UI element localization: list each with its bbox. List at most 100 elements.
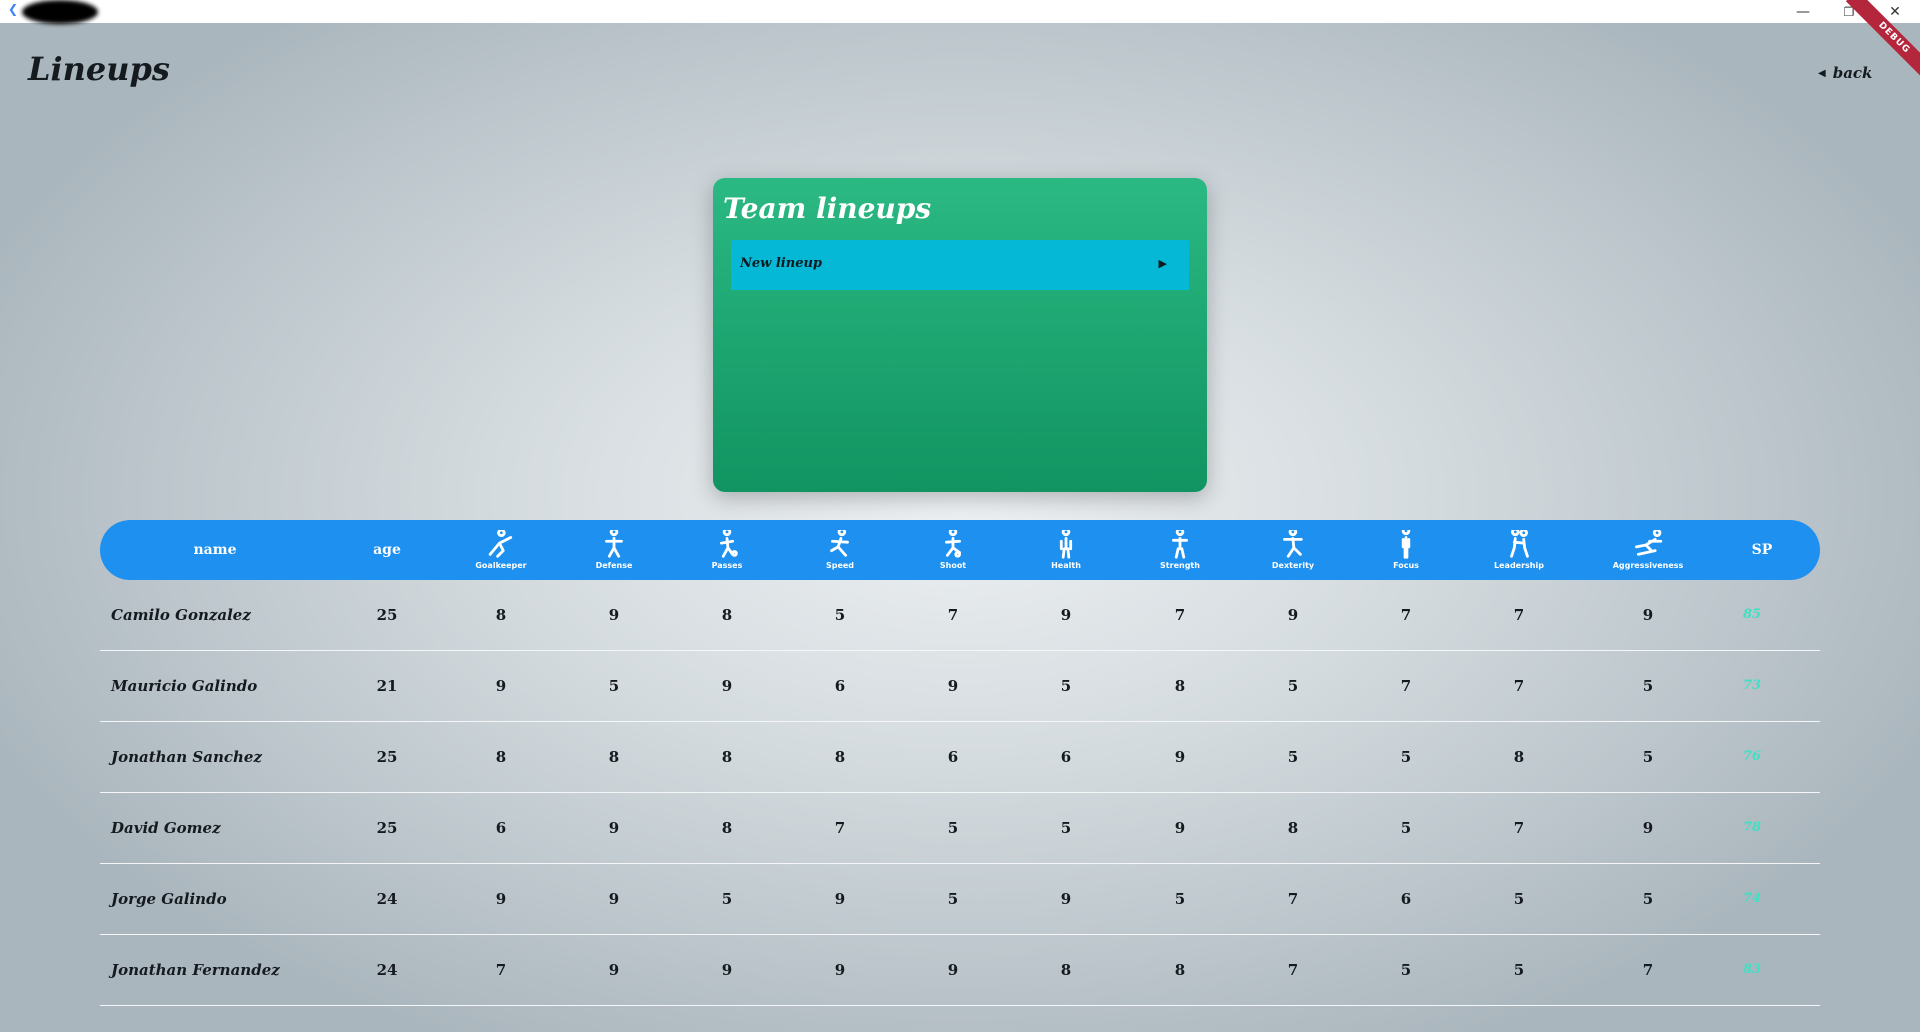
header-stat-label: Aggressiveness bbox=[1612, 561, 1684, 570]
stat-aggressiveness: 9 bbox=[1642, 606, 1654, 624]
stat-speed: 7 bbox=[834, 819, 846, 837]
stat-strength: 9 bbox=[1174, 819, 1186, 837]
header-stat-label: Leadership bbox=[1494, 561, 1544, 570]
strength-icon bbox=[1172, 530, 1188, 559]
player-sp: 78 bbox=[1742, 820, 1762, 835]
stat-shoot: 9 bbox=[947, 677, 959, 695]
stat-aggressiveness: 5 bbox=[1642, 748, 1654, 766]
header-aggressiveness[interactable]: Aggressiveness bbox=[1612, 520, 1684, 580]
stat-dexterity: 7 bbox=[1287, 890, 1299, 908]
app-logo-icon: ❮ bbox=[8, 2, 19, 16]
stat-leadership: 7 bbox=[1513, 606, 1525, 624]
stat-shoot: 5 bbox=[947, 890, 959, 908]
page-title: Lineups bbox=[28, 50, 170, 88]
stat-speed: 6 bbox=[834, 677, 846, 695]
player-name: Mauricio Galindo bbox=[111, 677, 258, 695]
stat-health: 6 bbox=[1060, 748, 1072, 766]
stat-leadership: 8 bbox=[1513, 748, 1525, 766]
header-strength[interactable]: Strength bbox=[1160, 520, 1200, 580]
header-shoot[interactable]: Shoot bbox=[933, 520, 973, 580]
stat-aggressiveness: 9 bbox=[1642, 819, 1654, 837]
stat-goalkeeper: 6 bbox=[495, 819, 507, 837]
player-age: 25 bbox=[376, 819, 398, 837]
stat-health: 5 bbox=[1060, 819, 1072, 837]
minimize-button[interactable]: — bbox=[1780, 0, 1826, 23]
player-name: David Gomez bbox=[111, 819, 221, 837]
stat-aggressiveness: 7 bbox=[1642, 961, 1654, 979]
stat-shoot: 6 bbox=[947, 748, 959, 766]
table-row[interactable]: David Gomez 25 6 9 8 7 5 5 9 8 5 7 9 78 bbox=[100, 793, 1820, 864]
header-stat-label: Goalkeeper bbox=[475, 561, 527, 570]
header-goalkeeper[interactable]: Goalkeeper bbox=[475, 520, 527, 580]
header-stat-label: Passes bbox=[711, 561, 743, 570]
new-lineup-label: New lineup bbox=[740, 256, 823, 271]
header-dexterity[interactable]: Dexterity bbox=[1272, 520, 1314, 580]
stat-shoot: 9 bbox=[947, 961, 959, 979]
stat-focus: 7 bbox=[1400, 677, 1412, 695]
player-age: 24 bbox=[376, 961, 398, 979]
header-health[interactable]: Health bbox=[1046, 520, 1086, 580]
goalkeeper-icon bbox=[488, 530, 512, 558]
table-row[interactable]: Jorge Galindo 24 9 9 5 9 5 9 5 7 6 5 5 74 bbox=[100, 864, 1820, 935]
stat-dexterity: 9 bbox=[1287, 606, 1299, 624]
table-row[interactable]: Mauricio Galindo 21 9 5 9 6 9 5 8 5 7 7 5 73 bbox=[100, 651, 1820, 722]
caret-right-icon: ▶ bbox=[1158, 257, 1167, 270]
table-row[interactable]: Jonathan Sanchez 25 8 8 8 8 6 6 9 5 5 8 5 76 bbox=[100, 722, 1820, 793]
defense-icon bbox=[605, 530, 623, 558]
player-name: Camilo Gonzalez bbox=[111, 606, 251, 624]
stat-passes: 9 bbox=[721, 961, 733, 979]
header-passes[interactable]: Passes bbox=[707, 520, 747, 580]
header-sp[interactable]: SP bbox=[1752, 520, 1773, 580]
shoot-icon bbox=[945, 530, 961, 558]
stat-defense: 5 bbox=[608, 677, 620, 695]
header-stat-label: Strength bbox=[1160, 561, 1200, 570]
stat-dexterity: 8 bbox=[1287, 819, 1299, 837]
health-icon bbox=[1059, 530, 1073, 559]
stat-strength: 5 bbox=[1174, 890, 1186, 908]
stat-goalkeeper: 8 bbox=[495, 748, 507, 766]
leadership-icon bbox=[1510, 530, 1529, 558]
stat-passes: 9 bbox=[721, 677, 733, 695]
header-stat-label: Health bbox=[1051, 561, 1081, 570]
stat-focus: 5 bbox=[1400, 819, 1412, 837]
header-speed[interactable]: Speed bbox=[820, 520, 860, 580]
player-sp: 83 bbox=[1742, 962, 1762, 977]
back-button[interactable]: ◀ back bbox=[1818, 64, 1872, 82]
stat-strength: 7 bbox=[1174, 606, 1186, 624]
player-age: 24 bbox=[376, 890, 398, 908]
player-sp: 76 bbox=[1742, 749, 1762, 764]
stat-defense: 9 bbox=[608, 606, 620, 624]
header-stat-label: Focus bbox=[1393, 561, 1419, 570]
header-leadership[interactable]: Leadership bbox=[1494, 520, 1544, 580]
header-defense[interactable]: Defense bbox=[594, 520, 634, 580]
header-sp-label: SP bbox=[1751, 542, 1773, 558]
stat-speed: 9 bbox=[834, 890, 846, 908]
stat-defense: 9 bbox=[608, 819, 620, 837]
header-stat-label: Defense bbox=[595, 561, 633, 570]
stat-dexterity: 7 bbox=[1287, 961, 1299, 979]
stat-shoot: 5 bbox=[947, 819, 959, 837]
stat-defense: 9 bbox=[608, 961, 620, 979]
player-age: 25 bbox=[376, 606, 398, 624]
caret-left-icon: ◀ bbox=[1818, 67, 1826, 79]
new-lineup-item[interactable]: New lineup ▶ bbox=[731, 240, 1189, 290]
stat-speed: 9 bbox=[834, 961, 846, 979]
stat-leadership: 5 bbox=[1513, 961, 1525, 979]
stat-dexterity: 5 bbox=[1287, 748, 1299, 766]
stat-focus: 6 bbox=[1400, 890, 1412, 908]
player-name: Jorge Galindo bbox=[111, 890, 227, 908]
passes-icon bbox=[719, 530, 738, 558]
table-row[interactable]: Jonathan Fernandez 24 7 9 9 9 9 8 8 7 5 5 7 83 bbox=[100, 935, 1820, 1006]
player-name: Jonathan Sanchez bbox=[111, 748, 262, 766]
header-focus[interactable]: Focus bbox=[1386, 520, 1426, 580]
header-name[interactable]: name bbox=[194, 520, 237, 580]
speed-icon bbox=[830, 530, 849, 557]
window-titlebar: ❮ — ❐ ✕ bbox=[0, 0, 1920, 24]
header-age-label: age bbox=[373, 542, 401, 558]
stat-leadership: 7 bbox=[1513, 677, 1525, 695]
dexterity-icon bbox=[1283, 530, 1303, 558]
stat-goalkeeper: 9 bbox=[495, 890, 507, 908]
table-row[interactable]: Camilo Gonzalez 25 8 9 8 5 7 9 7 9 7 7 9 85 bbox=[100, 580, 1820, 651]
player-name: Jonathan Fernandez bbox=[111, 961, 280, 979]
header-age[interactable]: age bbox=[373, 520, 401, 580]
